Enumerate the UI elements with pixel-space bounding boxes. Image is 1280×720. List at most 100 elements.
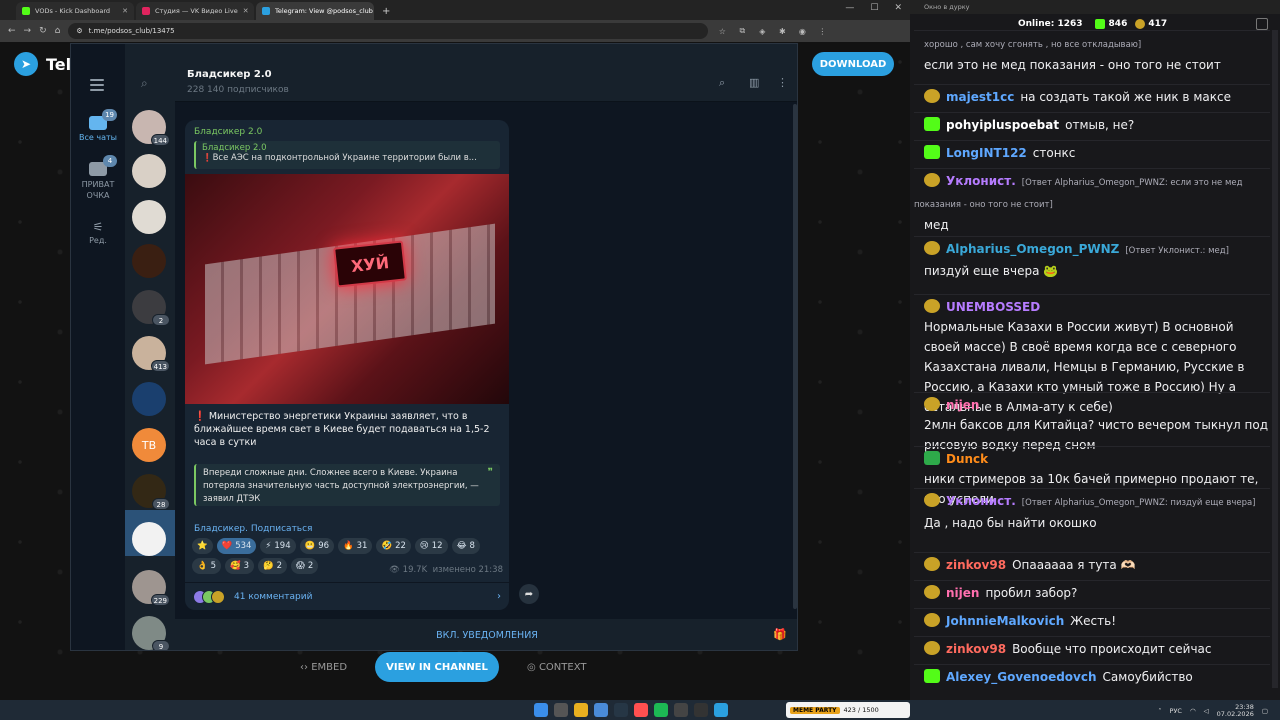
home-icon[interactable]: ⌂	[55, 26, 61, 36]
reaction-chip[interactable]: 🥰 3	[225, 558, 255, 574]
lang-indicator[interactable]: РУС	[1170, 707, 1182, 715]
telegram-icon[interactable]	[714, 703, 728, 717]
chat-username[interactable]: UNEMBOSSED	[946, 300, 1040, 314]
chevron-up-icon[interactable]: ˄	[1158, 707, 1161, 715]
reaction-chip[interactable]: 👌 5	[192, 558, 222, 574]
chat-avatar[interactable]	[132, 522, 166, 556]
back-icon[interactable]: ←	[8, 26, 16, 36]
chat-avatar[interactable]: 229	[132, 570, 170, 606]
app-icon[interactable]	[694, 703, 708, 717]
context-button[interactable]: ◎ CONTEXT	[527, 662, 586, 673]
share-button[interactable]: ➦	[519, 584, 539, 604]
tab-kick-dashboard[interactable]: VODs - Kick Dashboard ✕	[16, 2, 134, 20]
maximize-icon[interactable]: ☐	[870, 3, 878, 13]
chat-username[interactable]: majest1cc	[946, 90, 1014, 104]
new-tab-icon[interactable]: +	[376, 2, 396, 20]
chat-username[interactable]: Alexey_Govenoedovch	[946, 670, 1097, 684]
puzzle-icon[interactable]: ✱	[776, 27, 788, 36]
reply-preview[interactable]: Бладсикер 2.0 ❗️Все АЭС на подконтрольно…	[194, 141, 500, 169]
close-tab-icon[interactable]: ✕	[122, 7, 128, 15]
folder-all-chats[interactable]: 19 Все чаты	[71, 109, 125, 142]
chat-avatar[interactable]	[132, 154, 166, 188]
chat-username[interactable]: LongINT122	[946, 146, 1027, 160]
reaction-chip[interactable]: ❤️ 534	[216, 538, 257, 554]
reaction-chip[interactable]: 😂 8	[451, 538, 480, 554]
extension-icon[interactable]: ⧉	[736, 26, 748, 36]
reload-icon[interactable]: ↻	[39, 26, 47, 36]
reaction-chip[interactable]: 🔥 31	[338, 538, 373, 554]
folder-private[interactable]: 4 ПРИВАТ ОЧКА	[71, 155, 125, 201]
chat-avatar[interactable]: 413	[132, 336, 170, 372]
reaction-chip[interactable]: ⭐	[192, 538, 213, 554]
chrome-icon[interactable]	[594, 703, 608, 717]
more-options-icon[interactable]: ⋮	[777, 76, 788, 89]
enable-notifications-button[interactable]: ВКЛ. УВЕДОМЛЕНИЯ 🎁	[175, 619, 797, 650]
reaction-chip[interactable]: 🤔 2	[258, 558, 288, 574]
view-in-channel-button[interactable]: VIEW IN CHANNEL	[375, 652, 500, 682]
post-photo[interactable]: ХУЙ	[185, 174, 509, 404]
star-icon[interactable]: ☆	[716, 27, 728, 36]
chat-username[interactable]: nijen	[946, 586, 979, 600]
subscribe-link[interactable]: Бладсикер. Подписаться	[194, 524, 312, 534]
tab-telegram[interactable]: Telegram: View @podsos_club ✕	[256, 2, 374, 20]
chat-avatar[interactable]: 28	[132, 474, 170, 510]
reaction-chip[interactable]: 😱 2	[291, 558, 319, 574]
volume-icon[interactable]: ◁	[1204, 707, 1209, 715]
chat-avatar[interactable]: 2	[132, 290, 170, 326]
reaction-chip[interactable]: 😢 12	[414, 538, 448, 554]
close-tab-icon[interactable]: ✕	[243, 7, 249, 15]
chat-avatar[interactable]: 144	[132, 110, 170, 146]
chat-avatar[interactable]: ТВ	[132, 428, 166, 462]
reaction-chip[interactable]: 😬 96	[299, 538, 335, 554]
folder-edit[interactable]: ⚟ Ред.	[71, 220, 125, 245]
chat-avatar[interactable]	[132, 200, 166, 234]
shield-icon[interactable]: ◈	[756, 27, 768, 36]
reaction-chip[interactable]: 🤣 22	[376, 538, 411, 554]
exit-icon[interactable]	[1256, 18, 1268, 30]
chat-avatar[interactable]: 9	[132, 616, 170, 650]
notifications-icon[interactable]: ▢	[1262, 707, 1268, 715]
chat-username[interactable]: Alpharius_Omegon_PWNZ	[946, 242, 1119, 256]
chat-username[interactable]: zinkov98	[946, 642, 1006, 656]
address-bar[interactable]: ⚙ t.me/podsos_club/13475	[68, 23, 709, 39]
chat-username[interactable]: nijen	[946, 398, 979, 412]
gift-icon[interactable]: 🎁	[773, 628, 787, 641]
reaction-chip[interactable]: ⚡ 194	[260, 538, 296, 554]
chat-scrollbar[interactable]	[1272, 30, 1278, 688]
download-button[interactable]: DOWNLOAD	[812, 52, 894, 76]
scrollbar[interactable]	[793, 104, 797, 609]
chat-username[interactable]: pohyiplusрoebat	[946, 118, 1059, 132]
post-author[interactable]: Бладсикер 2.0	[194, 127, 262, 137]
clock[interactable]: 23:38 07.02.2026	[1217, 704, 1254, 718]
profile-icon[interactable]: ◉	[796, 27, 808, 36]
forward-icon[interactable]: →	[24, 26, 32, 36]
search-icon[interactable]: ⌕	[719, 76, 725, 90]
site-info-icon[interactable]: ⚙	[76, 27, 82, 35]
chat-avatar[interactable]	[132, 244, 166, 278]
close-window-icon[interactable]: ✕	[894, 3, 902, 13]
chat-username[interactable]: Уклонист.	[946, 174, 1016, 188]
chat-header[interactable]: Бладсикер 2.0 228 140 подписчиков ⌕ ▥ ⋮	[175, 44, 797, 102]
chat-username[interactable]: Dunck	[946, 452, 988, 466]
comments-button[interactable]: 41 комментарий ›	[185, 582, 509, 610]
search-icon[interactable]	[554, 703, 568, 717]
wifi-icon[interactable]: ◠	[1190, 707, 1196, 715]
minimize-icon[interactable]: —	[845, 3, 854, 13]
obs-icon[interactable]	[674, 703, 688, 717]
start-icon[interactable]	[534, 703, 548, 717]
media-widget[interactable]: MEME PARTY 423 / 1500	[786, 702, 910, 718]
chat-avatar[interactable]	[132, 382, 166, 416]
menu-dots-icon[interactable]: ⋮	[816, 27, 828, 36]
steam-icon[interactable]	[614, 703, 628, 717]
chat-username[interactable]: Уклонист.	[946, 494, 1016, 508]
hamburger-menu-icon[interactable]	[90, 76, 104, 94]
chat-username[interactable]: zinkov98	[946, 558, 1006, 572]
spotify-icon[interactable]	[654, 703, 668, 717]
tab-vk-studio[interactable]: Студия — VK Видео Live ✕	[136, 2, 254, 20]
app-icon[interactable]	[634, 703, 648, 717]
explorer-icon[interactable]	[574, 703, 588, 717]
sidebar-toggle-icon[interactable]: ▥	[749, 76, 759, 89]
chat-username[interactable]: JohnnieMalkovich	[946, 614, 1064, 628]
embed-button[interactable]: ‹› EMBED	[300, 662, 347, 673]
search-icon[interactable]: ⌕	[141, 76, 148, 91]
